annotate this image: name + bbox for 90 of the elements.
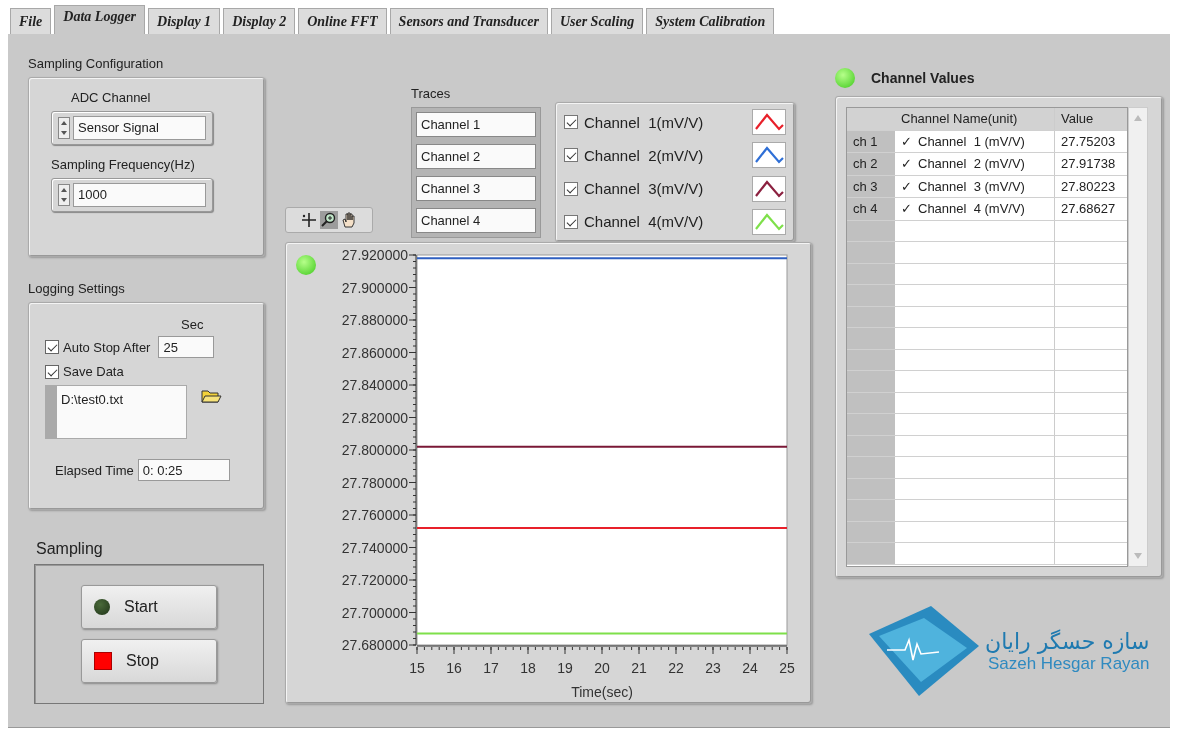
checkbox[interactable] <box>45 340 59 354</box>
y-tick-label: 27.780000 <box>341 474 408 491</box>
x-tick-label: 20 <box>594 660 610 676</box>
line-style-icon[interactable] <box>752 175 786 202</box>
row-header: ch 2 <box>847 153 895 175</box>
trace-name-field[interactable]: Channel 4 <box>416 208 536 233</box>
y-tick-label: 27.800000 <box>341 442 408 458</box>
line-style-icon[interactable] <box>752 109 786 135</box>
x-tick-label: 19 <box>557 660 573 676</box>
y-tick-label: 27.700000 <box>341 604 408 621</box>
time-indicator: 0: 0:25 <box>137 459 230 481</box>
table-cell: ✓ Channel 4 (mV/V) <box>895 198 1055 220</box>
table-cell-text: 27.80223 <box>1060 177 1117 196</box>
y-tick-label: 27.880000 <box>341 312 408 328</box>
checkbox[interactable] <box>45 364 59 379</box>
table-cell: ✓ Channel 1 (mV/V) <box>895 130 1055 152</box>
file-path-field[interactable]: D:\test0.txt <box>45 385 187 439</box>
legend-label: Channel 4(mV/V) <box>584 213 705 231</box>
x-axis-title: Time(sec) <box>571 684 633 700</box>
number-field[interactable]: 25 <box>158 336 215 358</box>
legend-label: Channel 3(mV/V) <box>584 180 705 198</box>
logo-text: Sazeh Hesgar Rayan <box>987 653 1150 674</box>
group-title: Traces <box>411 86 452 101</box>
x-tick-label: 24 <box>742 660 758 676</box>
y-tick-label: 27.860000 <box>341 344 408 361</box>
table-cell: ✓ Channel 3 (mV/V) <box>895 175 1055 197</box>
x-tick-label: 18 <box>520 660 536 676</box>
y-tick-label: 27.760000 <box>341 507 408 523</box>
tab[interactable]: User Scaling <box>550 8 644 34</box>
row-header: ch 4 <box>847 198 895 220</box>
tab[interactable]: File <box>10 8 52 34</box>
tab[interactable]: Sensors and Transducer <box>389 8 548 34</box>
table-cell-text: 27.68627 <box>1060 200 1117 218</box>
spinner-icon[interactable] <box>58 184 70 206</box>
y-tick-label: 27.720000 <box>341 572 408 588</box>
numeric-control[interactable]: 1000 <box>51 178 213 212</box>
hand-icon[interactable] <box>340 211 358 229</box>
checkbox[interactable] <box>564 215 578 229</box>
stop-button[interactable]: Stop <box>81 639 217 683</box>
y-tick-label: 27.740000 <box>341 539 408 556</box>
x-tick-label: 23 <box>705 660 721 676</box>
column-header: Value <box>1055 108 1127 130</box>
start-button[interactable]: Start <box>81 585 217 629</box>
line-style-icon[interactable] <box>752 142 786 169</box>
tab[interactable]: Data Logger <box>54 5 146 34</box>
tab[interactable]: System Calibration <box>646 8 775 34</box>
legend-label: Channel 1(mV/V) <box>584 113 705 131</box>
crosshair-icon[interactable] <box>300 211 318 229</box>
group-title: Logging Settings <box>28 281 126 296</box>
field-label: ADC Channel <box>71 90 152 105</box>
x-tick-label: 22 <box>668 660 684 676</box>
tab[interactable]: Display 2 <box>223 8 296 34</box>
table-cell: ✓ Channel 2 (mV/V) <box>895 153 1055 175</box>
y-tick-label: 27.900000 <box>341 279 408 296</box>
unit-label: Sec <box>181 317 205 332</box>
column-header: Channel Name(unit) <box>895 108 1055 130</box>
y-tick-label: 27.840000 <box>341 377 408 393</box>
group-title: Sampling <box>36 540 104 558</box>
y-tick-label: 27.680000 <box>341 637 408 653</box>
y-tick-label: 27.920000 <box>341 247 408 263</box>
tab[interactable]: Display 1 <box>148 8 221 34</box>
x-tick-label: 25 <box>779 660 795 676</box>
zoom-icon[interactable] <box>320 211 338 229</box>
row-header: ch 3 <box>847 175 895 197</box>
stop-icon <box>94 652 112 670</box>
spinner-icon[interactable] <box>58 117 70 139</box>
row-header: ch 1 <box>847 130 895 152</box>
checkbox[interactable] <box>564 181 578 196</box>
ring-control[interactable]: Sensor Signal <box>51 111 213 145</box>
checkbox-label: Save Data <box>63 364 124 379</box>
legend-label: Channel 2(mV/V) <box>584 146 705 164</box>
x-tick-label: 16 <box>446 660 462 676</box>
x-tick-label: 21 <box>631 660 647 676</box>
trace-name-field[interactable]: Channel 1 <box>416 112 536 137</box>
checkbox[interactable] <box>564 148 578 163</box>
table-cell-text: 27.75203 <box>1060 132 1117 151</box>
checkbox-label: Auto Stop After <box>63 339 151 355</box>
y-tick-label: 27.820000 <box>341 409 408 426</box>
table-cell-text: 27.91738 <box>1060 155 1117 173</box>
checkbox[interactable] <box>564 115 578 129</box>
trace-name-field[interactable]: Channel 3 <box>416 176 536 201</box>
logo-text: سازه حسگر رایان <box>985 628 1150 654</box>
tab[interactable]: Online FFT <box>298 8 387 34</box>
group-title: Channel Values <box>871 70 975 86</box>
trace-name-field[interactable]: Channel 2 <box>416 144 536 169</box>
x-tick-label: 15 <box>409 660 425 676</box>
group-title: Sampling Configuration <box>28 56 165 71</box>
field-label: Sampling Frequency(Hz) <box>51 157 196 172</box>
field-label: Elapsed Time <box>55 462 134 478</box>
x-tick-label: 17 <box>483 660 499 676</box>
